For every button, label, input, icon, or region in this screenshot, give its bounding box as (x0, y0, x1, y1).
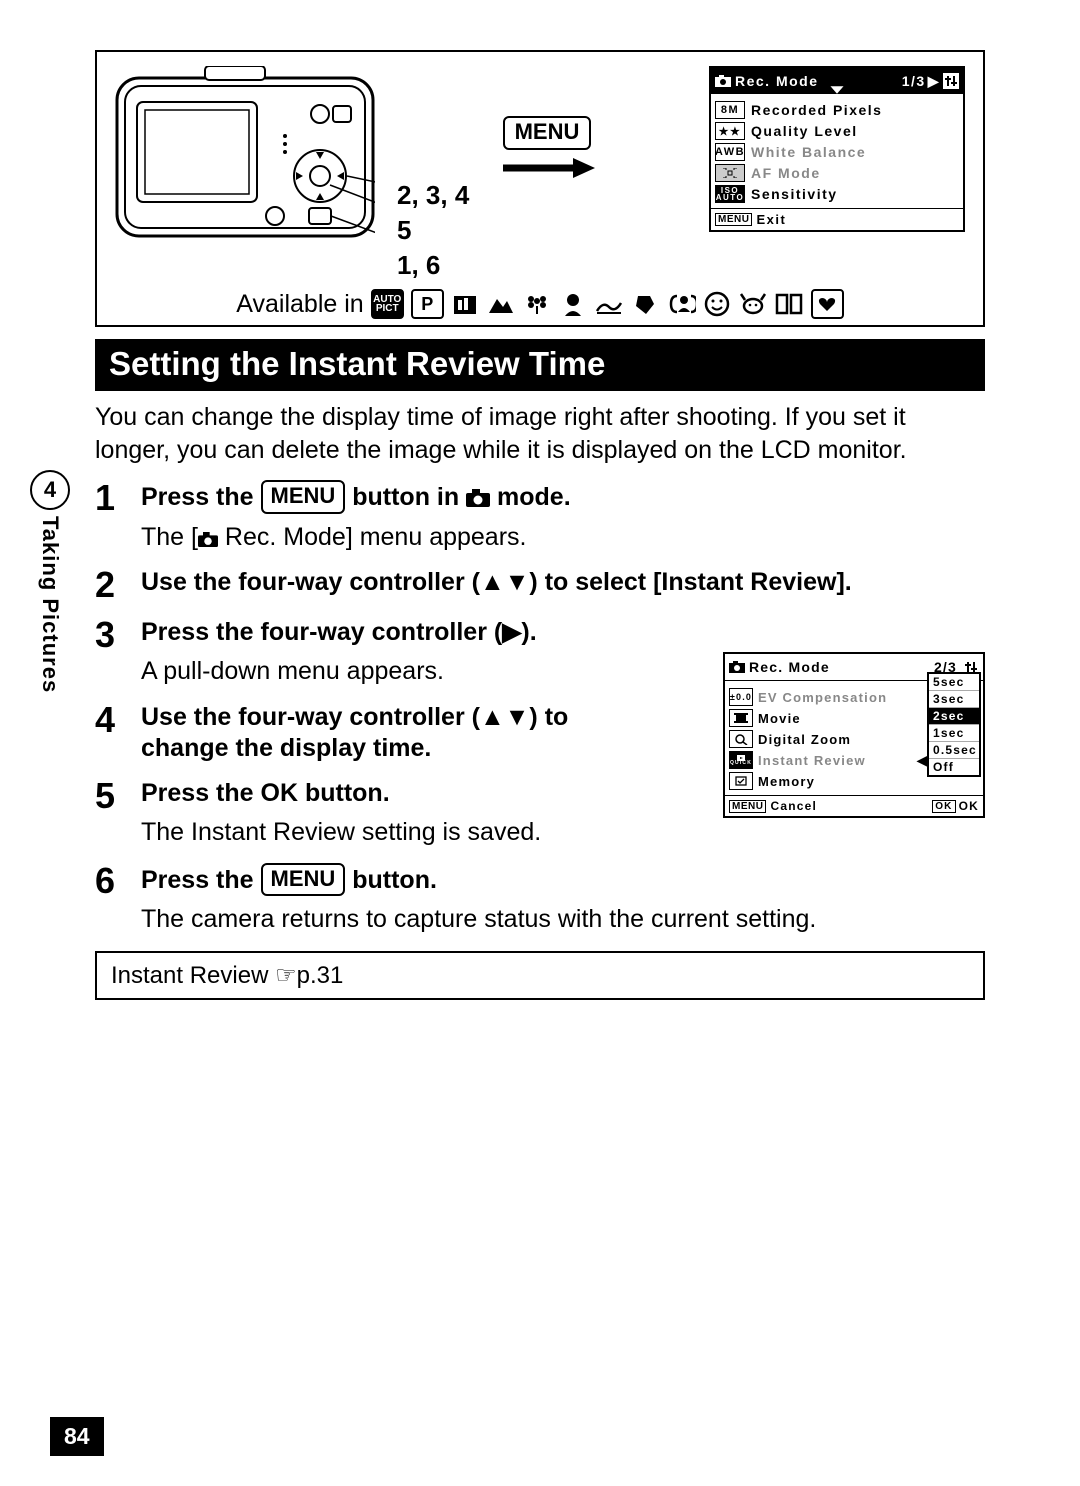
footer-exit: Exit (756, 212, 786, 227)
menu-item-instant-review: Instant Review (758, 753, 866, 768)
mode-portrait-icon (559, 291, 588, 317)
dropdown-option: 5sec (929, 674, 979, 691)
camera-icon (198, 532, 218, 547)
rec-mode-menu-screen-1: Rec. Mode 1/3 ▶ 8M Recorded Pixels ★★ Qual… (709, 66, 965, 232)
menu-item-movie: Movie (758, 711, 801, 726)
step-1-sub: The [ Rec. Mode] menu appears. (141, 523, 526, 551)
quality-level-icon: ★★ (715, 122, 745, 140)
controller-step-labels: 2, 3, 4 5 1, 6 (397, 178, 477, 283)
menu-title: Rec. Mode (735, 73, 902, 89)
dropdown-option-selected: 2sec (929, 708, 979, 725)
menu-button-label: MENU (503, 116, 592, 150)
label-step-5: 5 (397, 213, 477, 248)
available-in-label: Available in (236, 290, 363, 319)
figure: 2, 3, 4 5 1, 6 MENU Rec. Mode (95, 50, 985, 327)
digital-zoom-icon (729, 730, 753, 748)
setup-tab-icon (943, 73, 959, 89)
label-steps-234: 2, 3, 4 (397, 178, 477, 213)
menu-item-recorded-pixels: Recorded Pixels (751, 102, 882, 118)
mode-surf-icon (595, 291, 624, 317)
page-number: 84 (50, 1417, 104, 1456)
reference-box: Instant Review ☞p.31 (95, 951, 985, 1000)
dropdown-option: 1sec (929, 725, 979, 742)
chapter-label: Taking Pictures (37, 516, 63, 693)
mode-program-icon: P (411, 289, 444, 319)
menu-item-white-balance: White Balance (751, 144, 866, 160)
menu-item-quality-level: Quality Level (751, 123, 858, 139)
footer-ok-button: OK (932, 800, 955, 813)
page-title: Setting the Instant Review Time (95, 339, 985, 391)
step-2: 2 Use the four-way controller (▲▼) to se… (95, 567, 985, 603)
step-6: 6 Press the MENU button. The camera retu… (95, 863, 985, 936)
sensitivity-icon: ISOAUTO (715, 185, 745, 203)
mode-flower-icon (523, 291, 552, 317)
steps-list: Rec. Mode 2/3 ±0.0EV Compensation Movie … (95, 480, 985, 935)
footer-menu-button: MENU (715, 213, 752, 226)
footer-cancel: Cancel (770, 799, 817, 813)
dropdown-option: Off (929, 759, 979, 775)
chapter-tab: 4 Taking Pictures (30, 470, 70, 693)
footer-menu-button: MENU (729, 800, 766, 813)
page-right-icon: ▶ (928, 73, 940, 90)
step-1: 1 Press the MENU button in mode. The [ R… (95, 480, 985, 553)
dropdown-option: 3sec (929, 691, 979, 708)
menu-item-digital-zoom: Digital Zoom (758, 732, 851, 747)
menu-item-af-mode: AF Mode (751, 165, 821, 181)
arrow-right-icon (499, 156, 595, 180)
mode-pet-icon (739, 291, 768, 317)
mode-sport-icon (631, 291, 660, 317)
ev-comp-icon: ±0.0 (729, 688, 753, 706)
mode-kids-icon (703, 291, 732, 317)
camera-icon (715, 75, 731, 87)
mode-landscape-icon (487, 291, 516, 317)
rec-mode-menu-screen-2: Rec. Mode 2/3 ±0.0EV Compensation Movie … (723, 652, 985, 818)
mode-digital-sr-icon (667, 291, 696, 317)
menu-item-memory: Memory (758, 774, 815, 789)
intro-paragraph: You can change the display time of image… (95, 401, 985, 466)
mode-frame-icon (775, 291, 804, 317)
memory-icon (729, 772, 753, 790)
menu-title: Rec. Mode (749, 659, 934, 675)
white-balance-icon: AWB (715, 143, 745, 161)
menu-item-sensitivity: Sensitivity (751, 186, 838, 202)
mode-autopict-icon: AUTOPICT (371, 289, 404, 319)
af-mode-icon (715, 164, 745, 182)
menu-item-ev-compensation: EV Compensation (758, 690, 887, 705)
instant-review-dropdown: 5sec 3sec 2sec 1sec 0.5sec Off (927, 672, 981, 777)
camera-illustration (115, 66, 375, 261)
menu-page-indicator: 1/3 (902, 73, 926, 89)
mode-heart-icon (811, 289, 844, 319)
dropdown-option: 0.5sec (929, 742, 979, 759)
movie-icon (729, 709, 753, 727)
chapter-number: 4 (30, 470, 70, 510)
recorded-pixels-icon: 8M (715, 101, 745, 119)
available-modes-row: Available in AUTOPICT P (115, 289, 965, 319)
camera-icon (729, 661, 745, 673)
instant-review-icon: QUICK (729, 751, 753, 769)
footer-ok-label: OK (959, 799, 979, 813)
scroll-down-icon (830, 81, 844, 97)
camera-icon (466, 489, 490, 507)
mode-night-icon (451, 291, 480, 317)
label-steps-16: 1, 6 (397, 248, 477, 283)
